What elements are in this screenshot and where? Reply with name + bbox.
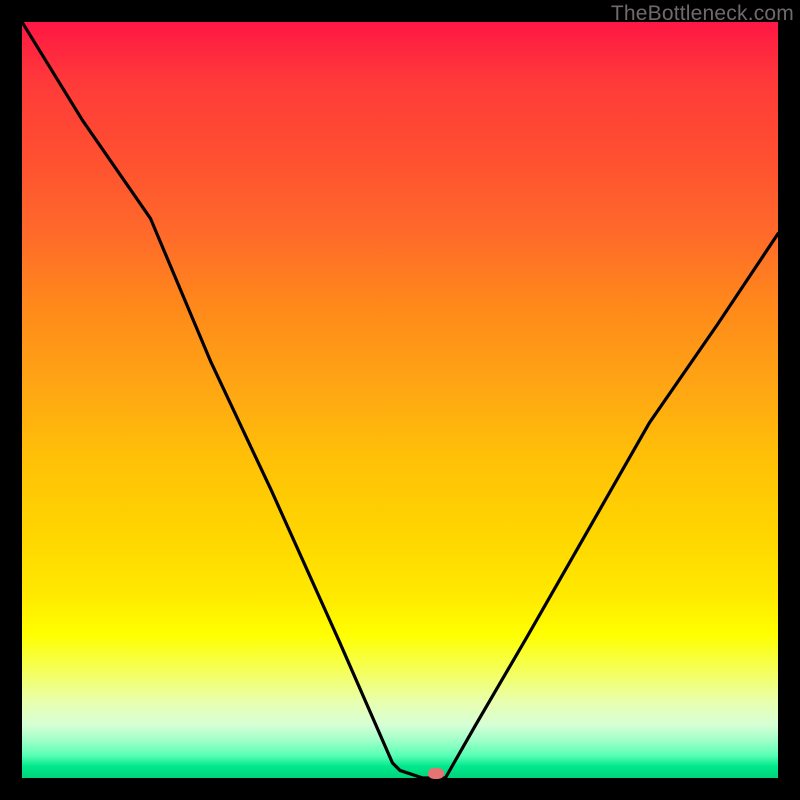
chart-gradient-background — [22, 22, 778, 778]
chart-frame: TheBottleneck.com — [0, 0, 800, 800]
credit-label: TheBottleneck.com — [611, 2, 794, 26]
optimal-point-marker — [428, 768, 444, 779]
